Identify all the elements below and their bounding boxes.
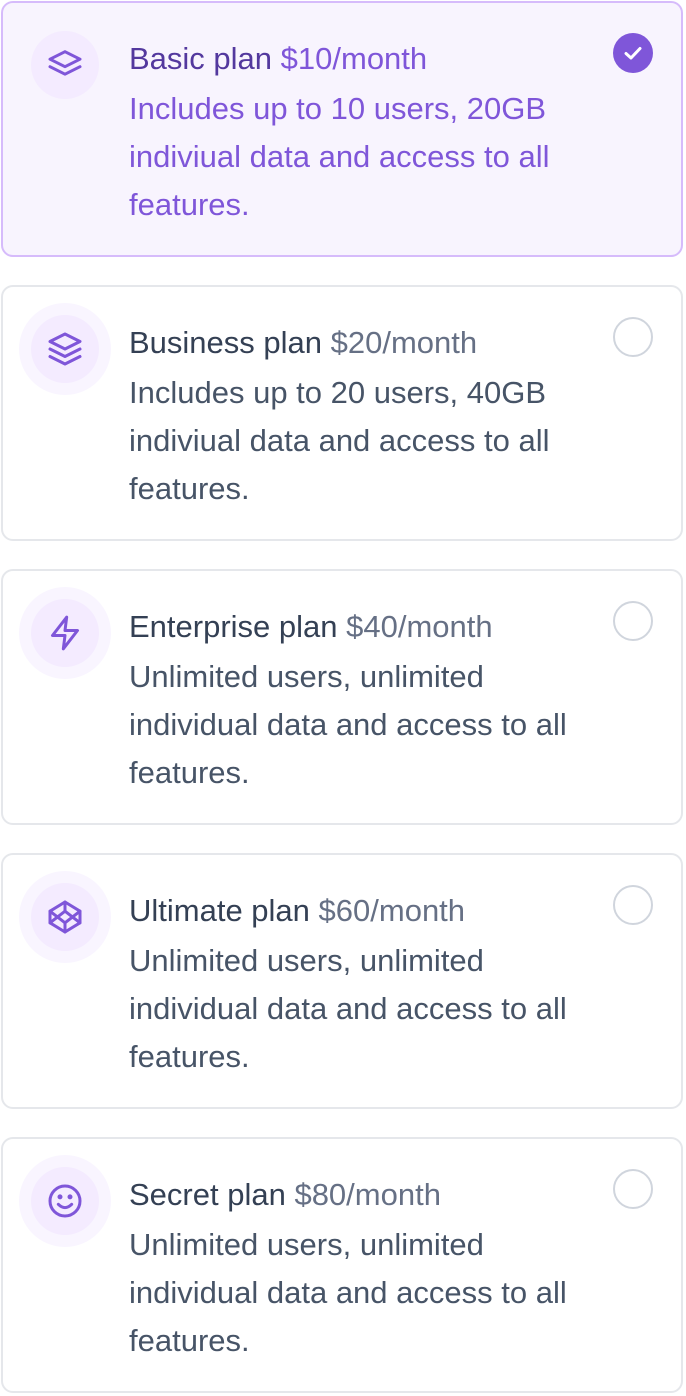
plan-name: Secret plan	[129, 1177, 286, 1212]
plan-radio-checked[interactable]	[613, 33, 653, 73]
plan-radio[interactable]	[613, 885, 653, 925]
plan-icon-circle	[19, 871, 111, 963]
plan-price: $20/month	[330, 325, 478, 360]
plan-icon-circle	[19, 587, 111, 679]
plan-price: $10/month	[280, 41, 428, 76]
plan-card-secret[interactable]: Secret plan $80/month Unlimited users, u…	[1, 1137, 683, 1393]
face-smile-icon	[48, 1184, 82, 1218]
plan-radio[interactable]	[613, 317, 653, 357]
plan-name: Basic plan	[129, 41, 273, 76]
plan-icon-circle	[31, 31, 99, 99]
plan-name: Business plan	[129, 325, 323, 360]
plan-icon-circle	[19, 1155, 111, 1247]
plan-description: Includes up to 10 users, 20GB indiviual …	[129, 91, 550, 222]
plan-name: Ultimate plan	[129, 893, 310, 928]
plan-radio[interactable]	[613, 601, 653, 641]
plan-price: $60/month	[318, 893, 466, 928]
plan-description: Unlimited users, unlimited individual da…	[129, 659, 567, 790]
plan-card-ultimate[interactable]: Ultimate plan $60/month Unlimited users,…	[1, 853, 683, 1109]
check-icon	[624, 47, 642, 60]
plan-card-enterprise[interactable]: Enterprise plan $40/month Unlimited user…	[1, 569, 683, 825]
plan-name: Enterprise plan	[129, 609, 338, 644]
plan-card-business[interactable]: Business plan $20/month Includes up to 2…	[1, 285, 683, 541]
zap-icon	[51, 615, 79, 651]
plan-description: Unlimited users, unlimited individual da…	[129, 943, 567, 1074]
codepen-icon	[48, 900, 82, 934]
plan-radio[interactable]	[613, 1169, 653, 1209]
plan-price: $80/month	[294, 1177, 441, 1212]
layers-three-icon	[48, 332, 82, 366]
plan-description: Unlimited users, unlimited individual da…	[129, 1227, 567, 1358]
plan-icon-circle	[19, 303, 111, 395]
plan-description: Includes up to 20 users, 40GB indiviual …	[129, 375, 550, 506]
plan-card-basic[interactable]: Basic plan $10/month Includes up to 10 u…	[1, 1, 683, 257]
plan-price: $40/month	[346, 609, 493, 644]
layers-two-icon	[48, 50, 82, 76]
